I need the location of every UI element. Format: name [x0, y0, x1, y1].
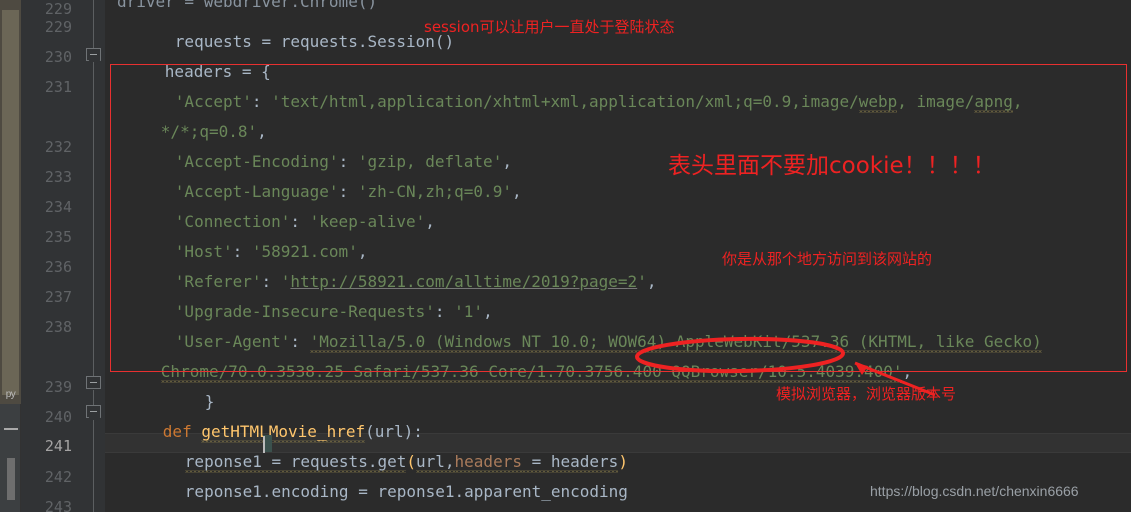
line-number: 243 — [44, 498, 72, 512]
line-number-current: 241 — [44, 437, 72, 455]
watermark-url: https://blog.csdn.net/chenxin6666 — [870, 483, 1079, 499]
line-number: 229 — [44, 0, 72, 18]
project-tab-label[interactable]: py — [0, 386, 21, 404]
line-number: 233 — [44, 168, 72, 186]
line-number: 234 — [44, 198, 72, 216]
line-number: 238 — [44, 318, 72, 336]
code-line-partial: driver = webdriver.Chrome() — [117, 0, 378, 11]
line-number: 236 — [44, 258, 72, 276]
line-number: 240 — [44, 408, 72, 426]
editor-window: py 229 229 230 231 232 233 234 235 236 2… — [0, 0, 1131, 512]
text-caret — [263, 436, 265, 453]
code-line-243[interactable]: # a = driver.find element by xpath('//*[… — [127, 498, 1071, 512]
strip-divider — [4, 428, 18, 430]
line-number: 242 — [44, 468, 72, 486]
code-folding-column[interactable] — [84, 0, 105, 512]
scrollbar-thumb[interactable] — [7, 458, 15, 500]
line-number: 237 — [44, 288, 72, 306]
left-tool-strip: py — [0, 0, 21, 512]
project-panel-edge-inner — [2, 10, 19, 395]
fold-toggle-headers-end[interactable] — [86, 376, 101, 389]
line-number: 231 — [44, 78, 72, 96]
fold-guide-line — [93, 62, 94, 382]
line-number: 239 — [44, 378, 72, 396]
line-number: 232 — [44, 138, 72, 156]
annotation-note-session: session可以让用户一直处于登陆状态 — [424, 18, 675, 36]
fold-toggle-headers[interactable] — [86, 48, 101, 61]
line-number: 235 — [44, 228, 72, 246]
project-panel-edge[interactable] — [0, 0, 21, 404]
line-number: 229 — [44, 18, 72, 36]
fold-toggle-function[interactable] — [86, 405, 101, 418]
line-number: 230 — [44, 48, 72, 66]
annotation-note-useragent: 模拟浏览器，浏览器版本号 — [776, 385, 957, 403]
annotation-note-referer: 你是从那个地方访问到该网站的 — [722, 250, 933, 268]
fold-guide-line — [93, 420, 94, 512]
annotation-note-cookie: 表头里面不要加cookie！！！！ — [668, 153, 996, 179]
annotation-box-headers — [110, 64, 1127, 372]
